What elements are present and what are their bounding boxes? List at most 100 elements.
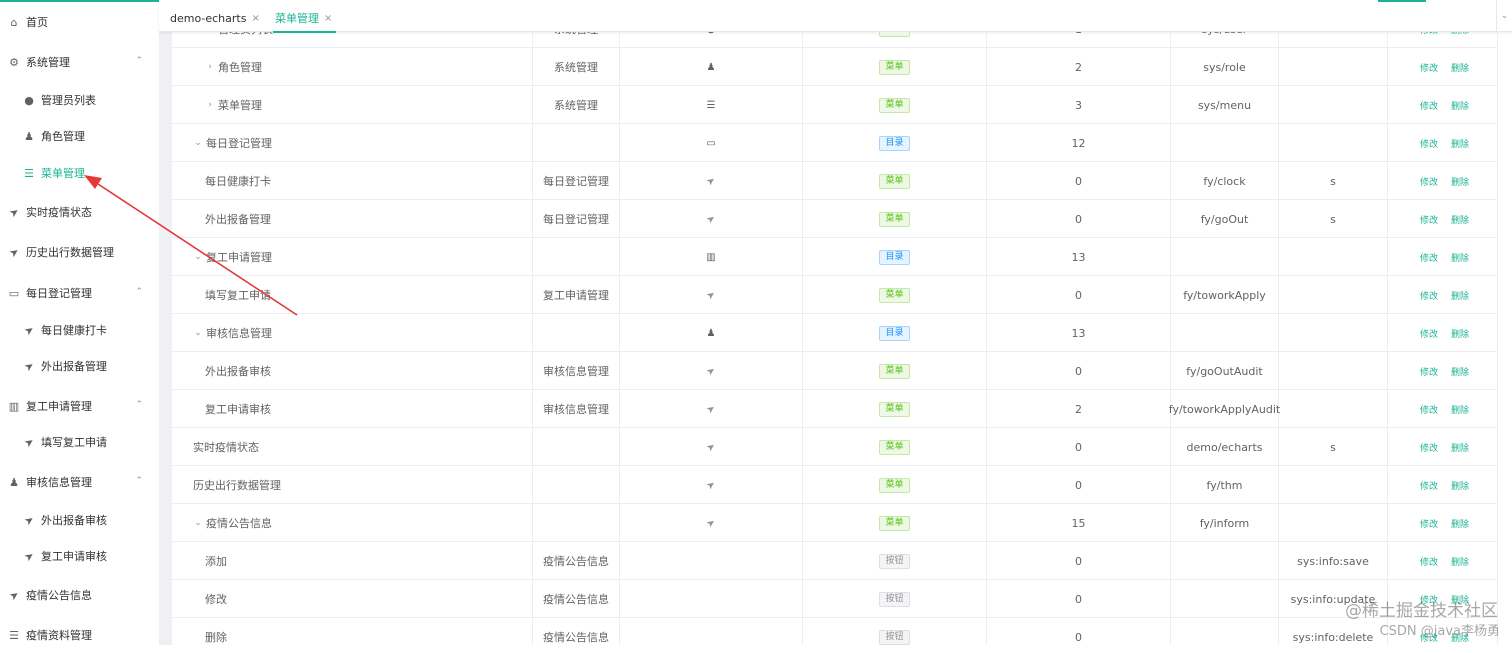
chevron-down-icon[interactable]: ⌄ (192, 252, 204, 262)
delete-button[interactable]: 删除 (1451, 555, 1469, 568)
cell-parent: 系统管理 (533, 48, 620, 86)
delete-button[interactable]: 删除 (1451, 441, 1469, 454)
table-row: 修改疫情公告信息按钮0sys:info:update修改删除 (172, 580, 1498, 618)
edit-button[interactable]: 修改 (1420, 213, 1438, 226)
sidebar-item-label: 每日登记管理 (26, 285, 92, 301)
edit-button[interactable]: 修改 (1420, 32, 1438, 36)
chevron-down-icon[interactable]: ⌄ (192, 138, 204, 148)
delete-button[interactable]: 删除 (1451, 99, 1469, 112)
edit-button[interactable]: 修改 (1420, 327, 1438, 340)
edit-button[interactable]: 修改 (1420, 137, 1438, 150)
delete-button[interactable]: 删除 (1451, 365, 1469, 378)
cell-name: ›菜单管理 (172, 86, 533, 124)
cell-icon (620, 580, 803, 618)
sidebar-item[interactable]: ➤历史出行数据管理 (0, 234, 159, 270)
cell-name: 历史出行数据管理 (172, 466, 533, 504)
send-icon: ➤ (704, 174, 717, 188)
table-row: ⌄复工申请管理▥目录13修改删除 (172, 238, 1498, 276)
cell-perms (1279, 32, 1388, 48)
sidebar-item[interactable]: ☰菜单管理 (0, 155, 159, 191)
sidebar-item[interactable]: ♟审核信息管理⌃ (0, 464, 159, 500)
cell-order: 0 (987, 162, 1171, 200)
cell-parent (533, 314, 620, 352)
cell-path (1171, 238, 1279, 276)
chevron-down-icon[interactable]: ⌄ (192, 328, 204, 338)
delete-button[interactable]: 删除 (1451, 175, 1469, 188)
sidebar-item[interactable]: ➤疫情公告信息 (0, 577, 159, 613)
type-badge: 按钮 (879, 554, 909, 569)
sidebar-item[interactable]: ♟角色管理 (0, 118, 159, 154)
delete-button[interactable]: 删除 (1451, 137, 1469, 150)
delete-button[interactable]: 删除 (1451, 251, 1469, 264)
sidebar-item[interactable]: ☰疫情资料管理 (0, 617, 159, 653)
sidebar-item[interactable]: ➤每日健康打卡 (0, 312, 159, 348)
chevron-down-icon[interactable]: ⌄ (192, 518, 204, 528)
sidebar-item[interactable]: ●管理员列表 (0, 82, 159, 118)
chevron-right-icon[interactable]: › (204, 62, 216, 72)
type-badge: 菜单 (879, 174, 909, 189)
delete-button[interactable]: 删除 (1451, 289, 1469, 302)
edit-button[interactable]: 修改 (1420, 289, 1438, 302)
edit-button[interactable]: 修改 (1420, 441, 1438, 454)
send-icon: ➤ (704, 440, 717, 454)
sidebar-item[interactable]: ➤复工申请审核 (0, 538, 159, 574)
sidebar-item[interactable]: ▥复工申请管理⌃ (0, 388, 159, 424)
sidebar-item[interactable]: ⚙系统管理⌃ (0, 44, 159, 80)
delete-button[interactable]: 删除 (1451, 32, 1469, 36)
cell-parent: 系统管理 (533, 32, 620, 48)
cell-name: ›管理员列表 (172, 32, 533, 48)
sidebar-item-label: 系统管理 (26, 54, 70, 70)
edit-button[interactable]: 修改 (1420, 555, 1438, 568)
send-icon: ➤ (19, 356, 38, 375)
cell-parent (533, 466, 620, 504)
send-icon: ➤ (704, 478, 717, 492)
table-row: 实时疫情状态➤菜单0demo/echartss修改删除 (172, 428, 1498, 466)
delete-button[interactable]: 删除 (1451, 517, 1469, 530)
cell-name: ⌄疫情公告信息 (172, 504, 533, 542)
cell-actions: 修改删除 (1388, 428, 1498, 466)
edit-button[interactable]: 修改 (1420, 99, 1438, 112)
close-icon[interactable]: × (324, 13, 332, 24)
sidebar-item[interactable]: ➤填写复工申请 (0, 424, 159, 460)
table-row: 外出报备管理每日登记管理➤菜单0fy/goOuts修改删除 (172, 200, 1498, 238)
chevron-down-icon[interactable]: ⌄ (1496, 0, 1512, 32)
sidebar-item[interactable]: ⌂首页 (0, 4, 159, 40)
tab-demo-echarts[interactable]: demo-echarts × (170, 8, 260, 28)
table-row: 每日健康打卡每日登记管理➤菜单0fy/clocks修改删除 (172, 162, 1498, 200)
delete-button[interactable]: 删除 (1451, 403, 1469, 416)
message-icon: ▭ (7, 286, 21, 300)
cell-perms: s (1279, 200, 1388, 238)
chevron-right-icon[interactable]: › (204, 32, 216, 34)
chevron-right-icon[interactable]: › (204, 100, 216, 110)
delete-button[interactable]: 删除 (1451, 213, 1469, 226)
menu-name: 实时疫情状态 (193, 439, 259, 455)
edit-button[interactable]: 修改 (1420, 365, 1438, 378)
sidebar-item-label: 复工申请审核 (41, 548, 107, 564)
edit-button[interactable]: 修改 (1420, 251, 1438, 264)
type-badge: 菜单 (879, 60, 909, 75)
cell-actions: 修改删除 (1388, 466, 1498, 504)
cell-icon: ♟ (620, 48, 803, 86)
edit-button[interactable]: 修改 (1420, 517, 1438, 530)
cell-type: 菜单 (803, 428, 987, 466)
cell-type: 菜单 (803, 48, 987, 86)
delete-button[interactable]: 删除 (1451, 327, 1469, 340)
sidebar-item[interactable]: ▭每日登记管理⌃ (0, 275, 159, 311)
menu-name: 疫情公告信息 (206, 515, 272, 531)
cell-order: 0 (987, 618, 1171, 645)
delete-button[interactable]: 删除 (1451, 479, 1469, 492)
cell-path: sys/role (1171, 48, 1279, 86)
edit-button[interactable]: 修改 (1420, 479, 1438, 492)
tab-menu-management[interactable]: 菜单管理 × (275, 8, 332, 28)
edit-button[interactable]: 修改 (1420, 403, 1438, 416)
edit-button[interactable]: 修改 (1420, 61, 1438, 74)
sidebar-item[interactable]: ➤实时疫情状态 (0, 194, 159, 230)
delete-button[interactable]: 删除 (1451, 61, 1469, 74)
cell-name: 添加 (172, 542, 533, 580)
edit-button[interactable]: 修改 (1420, 175, 1438, 188)
sidebar-item[interactable]: ➤外出报备审核 (0, 502, 159, 538)
close-icon[interactable]: × (251, 13, 259, 24)
sidebar-item[interactable]: ➤外出报备管理 (0, 348, 159, 384)
table-row: ›管理员列表系统管理●菜单1sys/user修改删除 (172, 32, 1498, 48)
sidebar-item-label: 实时疫情状态 (26, 204, 92, 220)
